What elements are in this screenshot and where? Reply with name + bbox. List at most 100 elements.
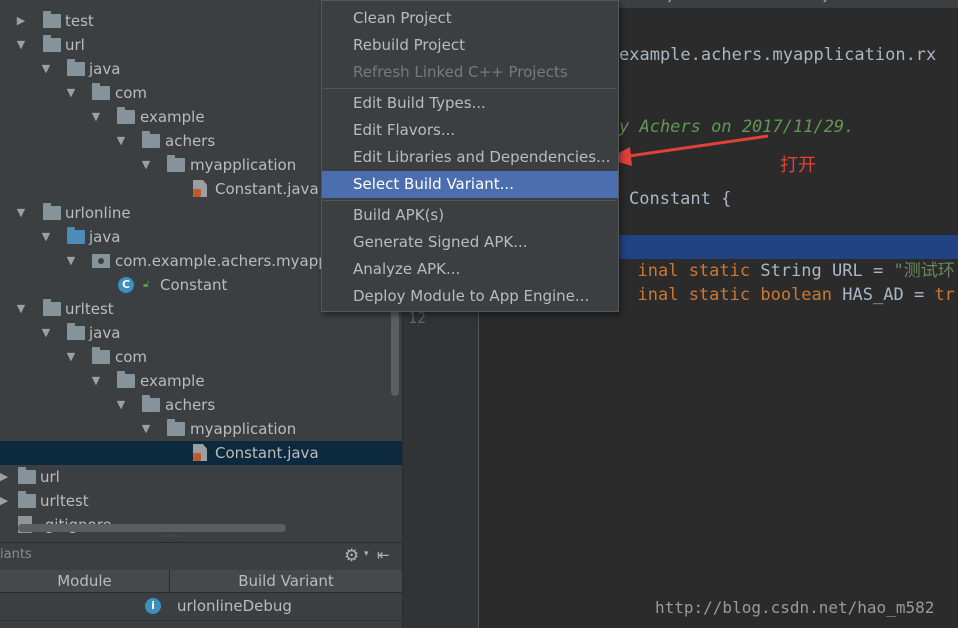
folder-icon [142, 395, 160, 412]
folder-icon [43, 35, 61, 52]
column-header-build-variant[interactable]: Build Variant [170, 570, 402, 593]
java-file-icon [193, 444, 207, 461]
expanded-arrow-icon[interactable]: ▼ [140, 153, 152, 177]
folder-icon [18, 491, 36, 508]
menu-item-analyze-apk[interactable]: Analyze APK... [322, 256, 618, 283]
code-keyword: static [688, 285, 751, 305]
menu-item-deploy-module[interactable]: Deploy Module to App Engine... [322, 283, 618, 310]
package-icon [92, 254, 110, 268]
expanded-arrow-icon[interactable]: ▼ [15, 297, 27, 321]
build-menu: Clean Project Rebuild Project Refresh Li… [321, 0, 619, 312]
java-file-icon [193, 180, 207, 197]
expanded-arrow-icon[interactable]: ▼ [40, 57, 52, 81]
class-icon: C [118, 277, 134, 293]
tree-item-label: achers [165, 132, 216, 150]
annotation-text: 打开 [780, 155, 816, 176]
tree-item-label: example [140, 108, 205, 126]
tree-item-url[interactable]: ▶ url [0, 465, 402, 489]
tree-item-label: Constant.java [215, 444, 319, 462]
code-package-line: example.achers.myapplication.rx [619, 45, 937, 65]
watermark: http://blog.csdn.net/hao_m582 [655, 598, 935, 617]
build-variant-select[interactable]: urlonlineDebug [177, 593, 292, 620]
expanded-arrow-icon[interactable]: ▼ [140, 417, 152, 441]
folder-icon [167, 419, 185, 436]
collapsed-arrow-icon[interactable]: ▶ [15, 9, 27, 33]
tree-item-label: com [115, 84, 148, 102]
expanded-arrow-icon[interactable]: ▼ [90, 369, 102, 393]
folder-icon [167, 155, 185, 172]
tree-item-achers[interactable]: ▼ achers [0, 393, 402, 417]
tree-item-label: Constant [160, 276, 228, 294]
table-row[interactable]: i urlonlineDebug [0, 593, 402, 620]
panel-splitter[interactable] [0, 536, 402, 540]
tree-item-label: urltest [65, 300, 114, 318]
expanded-arrow-icon[interactable]: ▼ [40, 321, 52, 345]
editor-tab-partial[interactable]: u [923, 0, 931, 8]
menu-item-clean-project[interactable]: Clean Project [322, 5, 618, 32]
menu-separator [323, 88, 617, 89]
menu-item-refresh-linked-cpp: Refresh Linked C++ Projects [353, 63, 568, 81]
code-keyword: tr [934, 285, 955, 305]
tree-item-com[interactable]: ▼ com [0, 345, 402, 369]
menu-item-generate-signed-apk[interactable]: Generate Signed APK... [322, 229, 618, 256]
expanded-arrow-icon[interactable]: ▼ [15, 201, 27, 225]
folder-icon [18, 467, 36, 484]
folder-icon [92, 83, 110, 100]
code-line-has-ad: inal static boolean HAS_AD = tr [617, 259, 954, 305]
column-header-module[interactable]: Module [0, 570, 170, 593]
source-folder-icon [67, 227, 85, 244]
expanded-arrow-icon[interactable]: ▼ [15, 33, 27, 57]
splitter-grip-icon[interactable]: ······ [160, 533, 180, 541]
expanded-arrow-icon[interactable]: ▼ [65, 249, 77, 273]
tree-item-label: java [89, 228, 121, 246]
tree-item-label: myapplication [190, 156, 297, 174]
menu-item-build-apk[interactable]: Build APK(s) [322, 202, 618, 229]
menu-item-edit-libraries[interactable]: Edit Libraries and Dependencies... [322, 144, 618, 171]
collapsed-arrow-icon[interactable]: ▶ [0, 465, 10, 489]
info-icon: i [145, 598, 161, 614]
lock-icon: 🔓︎ [143, 279, 150, 290]
menu-item-edit-build-types[interactable]: Edit Build Types... [322, 90, 618, 117]
hide-panel-icon[interactable]: ⇤ [377, 546, 390, 564]
folder-icon [92, 347, 110, 364]
expanded-arrow-icon[interactable]: ▼ [65, 345, 77, 369]
chevron-down-icon[interactable]: ▾ [364, 549, 369, 559]
expanded-arrow-icon[interactable]: ▼ [65, 81, 77, 105]
editor-tab-constant-java[interactable]: onstant.java [615, 0, 711, 8]
menu-item-rebuild-project[interactable]: Rebuild Project [322, 32, 618, 59]
tree-item-java[interactable]: ▼ java [0, 321, 402, 345]
build-variants-table: Module Build Variant i urlonlineDebug [0, 570, 402, 628]
folder-icon [43, 203, 61, 220]
folder-icon [67, 323, 85, 340]
folder-icon [142, 131, 160, 148]
folder-icon [43, 11, 61, 28]
code-type: boolean [760, 285, 833, 305]
folder-icon [117, 371, 135, 388]
tree-item-urltest[interactable]: ▶ urltest [0, 489, 402, 513]
editor-tab-url-constant-java[interactable]: url\...\Constant.java [723, 0, 851, 8]
tree-item-label: url [40, 468, 60, 486]
tree-item-constant-java-selected[interactable]: Constant.java [0, 441, 402, 465]
collapsed-arrow-icon[interactable]: ▶ [0, 489, 10, 513]
code-keyword: inal [637, 285, 679, 305]
code-line-url: inal static String URL = "测试环 [617, 235, 958, 281]
menu-item-edit-flavors[interactable]: Edit Flavors... [322, 117, 618, 144]
gear-icon[interactable]: ⚙ [344, 546, 359, 566]
folder-icon [67, 59, 85, 76]
expanded-arrow-icon[interactable]: ▼ [40, 225, 52, 249]
tree-item-example[interactable]: ▼ example [0, 369, 402, 393]
tree-item-label: test [65, 12, 94, 30]
tree-item-label: achers [165, 396, 216, 414]
code-operator: = [913, 285, 925, 305]
expanded-arrow-icon[interactable]: ▼ [90, 105, 102, 129]
row-divider [0, 620, 402, 621]
tree-item-label: urlonline [65, 204, 131, 222]
expanded-arrow-icon[interactable]: ▼ [115, 129, 127, 153]
tree-horizontal-scrollbar[interactable] [18, 524, 286, 532]
folder-icon [43, 299, 61, 316]
code-class-declaration: Constant { [629, 189, 732, 209]
expanded-arrow-icon[interactable]: ▼ [115, 393, 127, 417]
menu-item-select-build-variant[interactable]: Select Build Variant... [322, 171, 618, 198]
arrow-shaft [621, 134, 769, 159]
tree-item-myapplication[interactable]: ▼ myapplication [0, 417, 402, 441]
